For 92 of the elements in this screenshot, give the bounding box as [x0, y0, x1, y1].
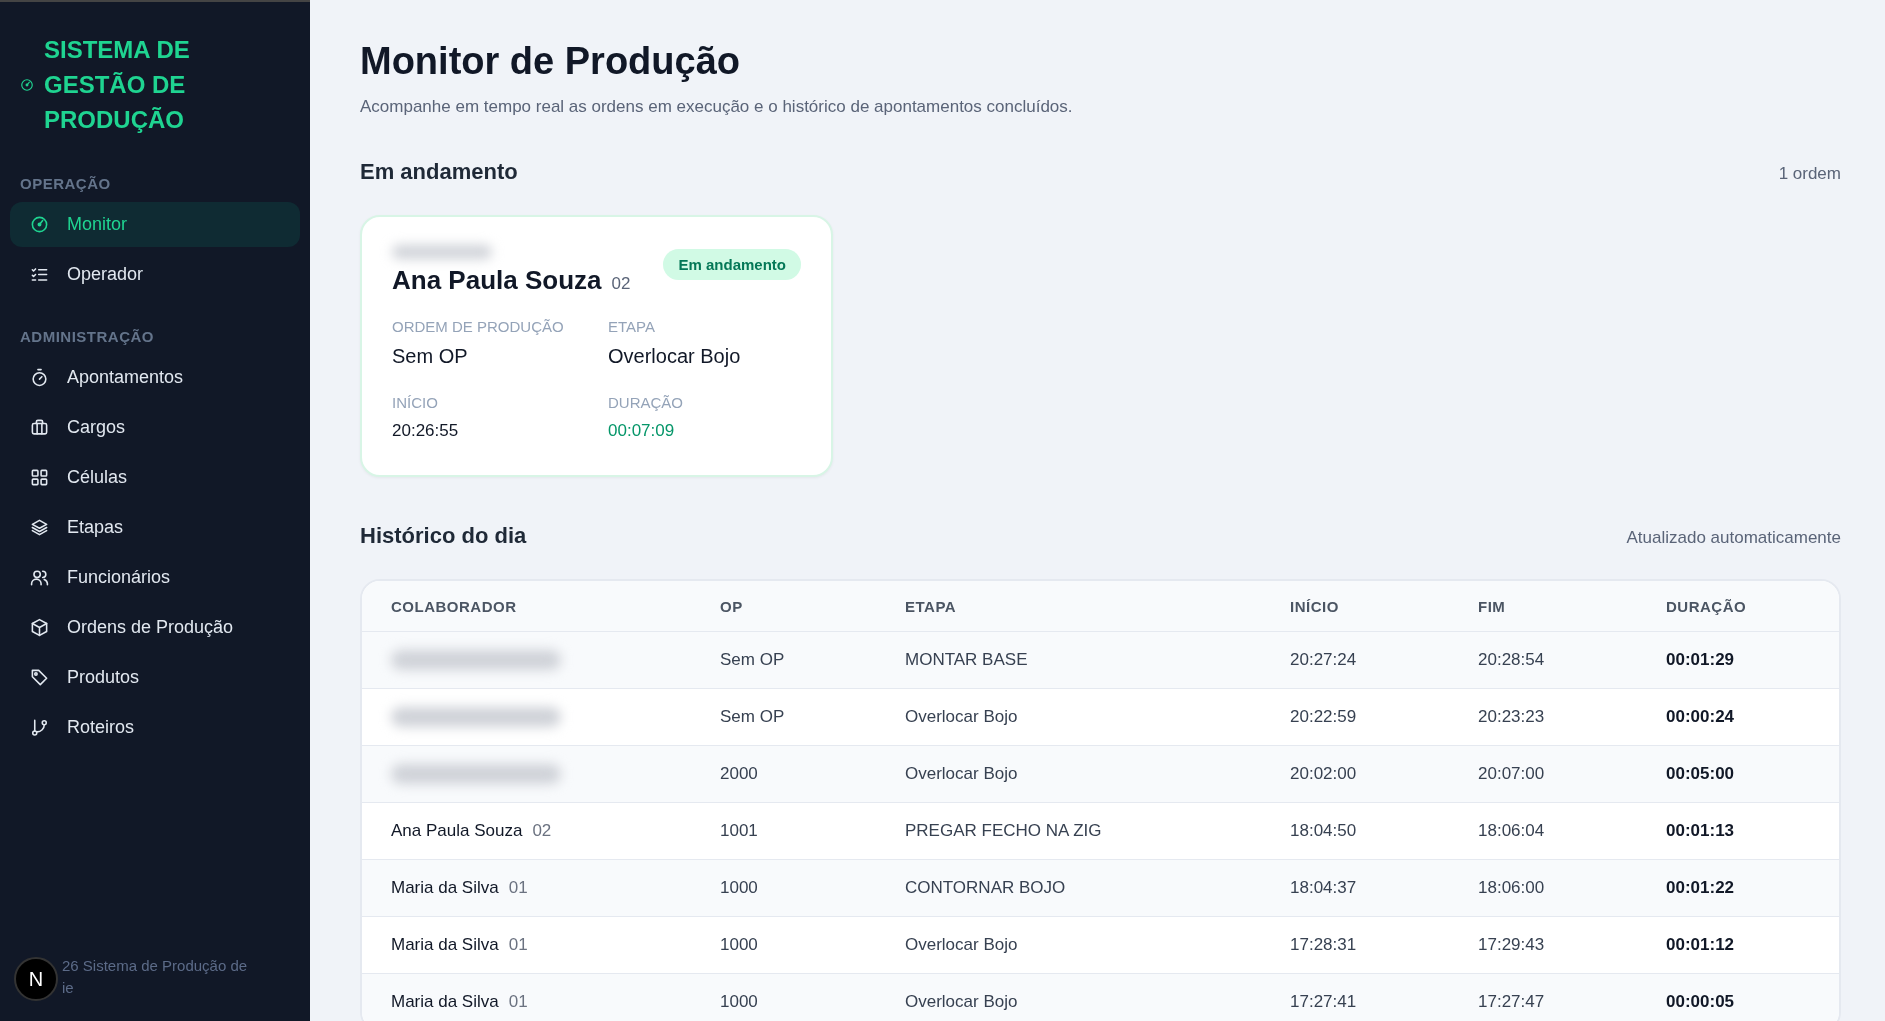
field-label: ORDEM DE PRODUÇÃO — [392, 318, 565, 335]
nav-item[interactable]: Operador — [10, 252, 300, 297]
nav-item[interactable]: Apontamentos — [10, 355, 300, 400]
users-icon — [30, 568, 49, 587]
table-cell-text: 20:23:23 — [1478, 707, 1546, 727]
tag-icon — [30, 668, 49, 687]
table-cell-text: 20:22:59 — [1290, 707, 1358, 727]
layers-icon — [30, 518, 49, 537]
duration-cell-text: 00:01:29 — [1666, 650, 1736, 670]
table-cell-text: Sem OP — [720, 650, 786, 670]
table-cell-text: 1000 — [720, 878, 759, 898]
employee-code: 01 — [508, 935, 528, 955]
nav-item[interactable]: Produtos — [10, 655, 300, 700]
nav-item[interactable]: Ordens de Produção — [10, 605, 300, 650]
table-cell-text: 18:06:04 — [1478, 821, 1546, 841]
table-cell-text: MONTAR BASE — [905, 650, 1029, 670]
table-cell-text: 20:28:54 — [1478, 650, 1546, 670]
field-label: DURAÇÃO — [608, 394, 684, 411]
employee-name: Maria da Silva — [391, 935, 499, 955]
employee-name: Maria da Silva — [391, 878, 499, 898]
table-cell-text: 18:04:37 — [1290, 878, 1358, 898]
table-cell-text: CONTORNAR BOJO — [905, 878, 1067, 898]
column-header: INÍCIO — [1290, 597, 1340, 615]
table-cell-text: 1000 — [720, 935, 759, 955]
app-logo-title: SISTEMA DE GESTÃO DE PRODUÇÃO — [44, 35, 191, 135]
employee-code: 01 — [508, 878, 528, 898]
table-cell-text: 20:07:00 — [1478, 764, 1546, 784]
section-heading: ADMINISTRAÇÃO — [20, 328, 155, 345]
column-header: FIM — [1478, 597, 1507, 615]
page-subtitle: Acompanhe em tempo real as ordens em execução e o histórico de apontamentos concluídos. — [360, 97, 1074, 117]
table-cell-text: Overlocar Bojo — [905, 935, 1019, 955]
table-cell-text: 2000 — [720, 764, 759, 784]
gauge-icon — [20, 77, 34, 92]
table-cell-text: 17:28:31 — [1290, 935, 1358, 955]
section-heading: OPERAÇÃO — [20, 175, 112, 192]
status-badge: Em andamento — [663, 249, 801, 280]
nav-item[interactable]: Monitor — [10, 202, 300, 247]
field-value: 20:26:55 — [392, 421, 460, 441]
duration-cell-text: 00:05:00 — [1666, 764, 1736, 784]
nav-item[interactable]: Células — [10, 455, 300, 500]
table-cell-text: PREGAR FECHO NA ZIG — [905, 821, 1103, 841]
employee-name: Ana Paula Souza — [392, 265, 602, 296]
table-cell-text: 17:27:41 — [1290, 992, 1358, 1012]
nav-item[interactable]: Funcionários — [10, 555, 300, 600]
column-header: ETAPA — [905, 597, 958, 615]
employee-name: Maria da Silva — [391, 992, 499, 1012]
nav-item[interactable]: Cargos — [10, 405, 300, 450]
column-header: COLABORADOR — [391, 597, 518, 615]
table-cell-text: 20:02:00 — [1290, 764, 1358, 784]
duration-cell-text: 00:01:13 — [1666, 821, 1736, 841]
employee-code: 02 — [532, 821, 552, 841]
footer-text: 26 Sistema de Produção de ie — [61, 956, 249, 998]
dev-tools-button[interactable]: N — [14, 957, 58, 1001]
field-label: INÍCIO — [392, 394, 439, 411]
table-cell-text: 1001 — [720, 821, 759, 841]
column-header: OP — [720, 597, 744, 615]
table-cell-text: 18:04:50 — [1290, 821, 1358, 841]
gauge-icon — [30, 215, 49, 234]
duration-cell-text: 00:01:12 — [1666, 935, 1736, 955]
field-value: 00:07:09 — [608, 421, 676, 441]
table-cell-text: Overlocar Bojo — [905, 707, 1019, 727]
page-title: Monitor de Produção — [360, 40, 741, 83]
nav-item[interactable]: Roteiros — [10, 705, 300, 750]
branch-icon — [30, 718, 49, 737]
table-cell-text: 20:27:24 — [1290, 650, 1358, 670]
table-cell-text: 1000 — [720, 992, 759, 1012]
table-cell-text: 17:27:47 — [1478, 992, 1546, 1012]
order-count: 1 ordem — [1778, 164, 1841, 184]
employee-code: 02 — [611, 274, 631, 294]
table-cell-text: 17:29:43 — [1478, 935, 1546, 955]
duration-cell-text: 00:00:05 — [1666, 992, 1736, 1012]
section-title: Histórico do dia — [360, 523, 527, 549]
stopwatch-icon — [30, 368, 49, 387]
table-cell-text: Overlocar Bojo — [905, 764, 1019, 784]
field-value: Sem OP — [392, 345, 469, 368]
box-icon — [30, 618, 49, 637]
field-label: ETAPA — [608, 318, 656, 335]
briefcase-icon — [30, 418, 49, 437]
employee-name: Ana Paula Souza — [391, 821, 523, 841]
duration-cell-text: 00:00:24 — [1666, 707, 1736, 727]
column-header: DURAÇÃO — [1666, 597, 1748, 615]
checklist-icon — [30, 265, 49, 284]
table-cell-text: Overlocar Bojo — [905, 992, 1019, 1012]
employee-code: 01 — [508, 992, 528, 1012]
field-value: Overlocar Bojo — [608, 345, 742, 368]
nav-item[interactable]: Etapas — [10, 505, 300, 550]
table-cell-text: 18:06:00 — [1478, 878, 1546, 898]
update-note: Atualizado automaticamente — [1626, 528, 1841, 548]
section-title: Em andamento — [360, 159, 518, 185]
grid-icon — [30, 468, 49, 487]
table-cell-text: Sem OP — [720, 707, 786, 727]
duration-cell-text: 00:01:22 — [1666, 878, 1736, 898]
